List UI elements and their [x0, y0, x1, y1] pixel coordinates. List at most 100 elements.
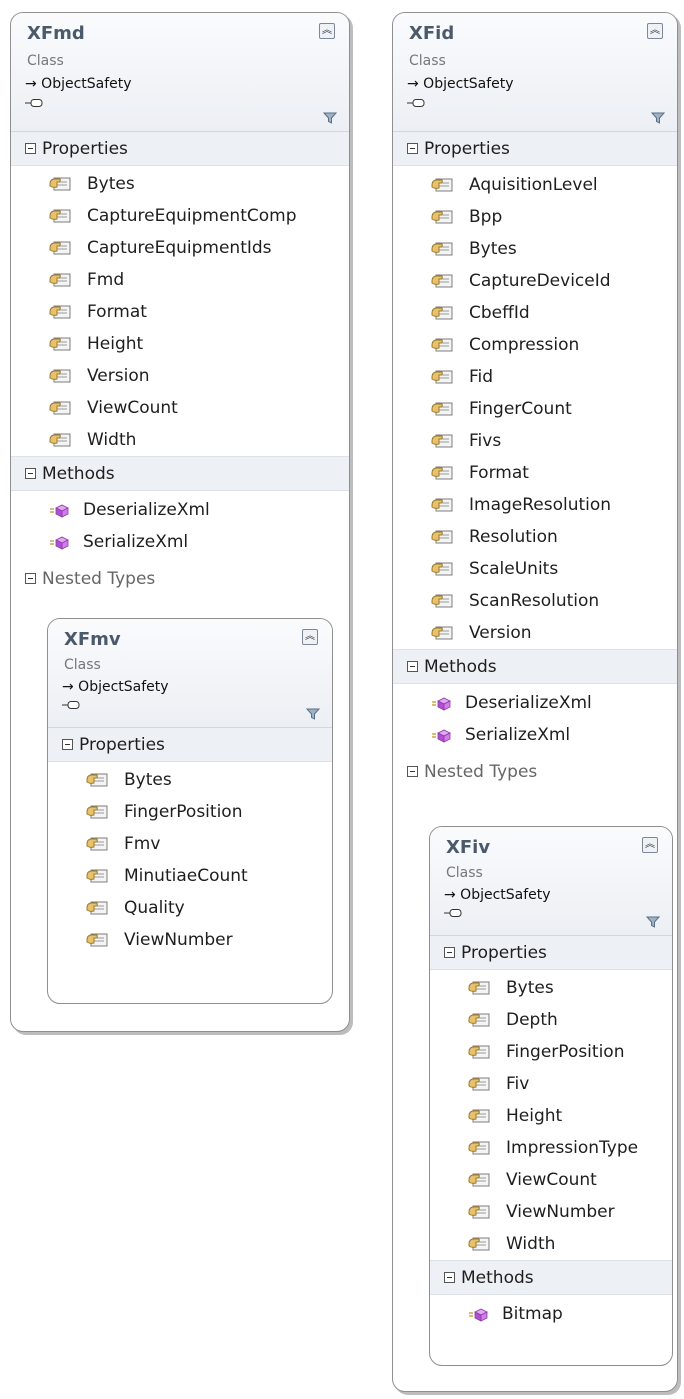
property-icon	[49, 367, 73, 385]
property-item[interactable]: Height	[11, 328, 349, 360]
property-item[interactable]: Depth	[430, 1004, 672, 1036]
class-header: XFmd Class → ObjectSafety ︽	[11, 13, 349, 132]
property-item[interactable]: FingerPosition	[48, 796, 332, 828]
method-item[interactable]: SerializeXml	[393, 719, 677, 751]
collapse-icon[interactable]: ︽	[319, 23, 335, 39]
section-methods[interactable]: Methods	[11, 456, 349, 491]
collapse-section-icon[interactable]	[25, 573, 36, 584]
properties-list: AquisitionLevel Bpp Bytes CaptureDeviceI…	[393, 166, 677, 649]
section-label: Methods	[461, 1267, 534, 1288]
property-icon	[431, 624, 455, 642]
property-item[interactable]: Bpp	[393, 201, 677, 233]
section-properties[interactable]: Properties	[393, 132, 677, 166]
collapse-icon[interactable]: ︽	[647, 23, 663, 39]
method-icon	[431, 728, 451, 743]
class-header: XFiv Class → ObjectSafety ︽	[430, 827, 672, 936]
class-shape-xfmd[interactable]: XFmd Class → ObjectSafety ︽ Properties B…	[10, 12, 350, 1032]
collapse-section-icon[interactable]	[25, 143, 36, 154]
collapse-section-icon[interactable]	[62, 739, 73, 750]
property-item[interactable]: Fmv	[48, 828, 332, 860]
property-icon	[468, 1075, 492, 1093]
section-properties[interactable]: Properties	[48, 728, 332, 762]
property-item[interactable]: CaptureEquipmentComp	[11, 200, 349, 232]
property-icon	[86, 899, 110, 917]
property-icon	[431, 304, 455, 322]
collapse-section-icon[interactable]	[444, 1272, 455, 1283]
class-shape-xfmv[interactable]: XFmv Class → ObjectSafety ︽ Properties B…	[47, 618, 333, 1004]
property-icon	[431, 400, 455, 418]
property-item[interactable]: Resolution	[393, 521, 677, 553]
property-item[interactable]: Bytes	[393, 233, 677, 265]
collapse-icon[interactable]: ︽	[642, 837, 658, 853]
collapse-icon[interactable]: ︽	[302, 629, 318, 645]
property-item[interactable]: Version	[11, 360, 349, 392]
property-item[interactable]: CaptureDeviceId	[393, 265, 677, 297]
property-item[interactable]: Height	[430, 1100, 672, 1132]
property-item[interactable]: Fmd	[11, 264, 349, 296]
property-item[interactable]: Compression	[393, 329, 677, 361]
collapse-section-icon[interactable]	[407, 143, 418, 154]
class-kind: Class	[64, 657, 101, 673]
property-item[interactable]: ViewCount	[430, 1164, 672, 1196]
property-icon	[431, 240, 455, 258]
property-item[interactable]: Bytes	[430, 972, 672, 1004]
property-item[interactable]: CbeffId	[393, 297, 677, 329]
property-item[interactable]: Bytes	[48, 764, 332, 796]
property-item[interactable]: ImageResolution	[393, 489, 677, 521]
method-item[interactable]: DeserializeXml	[11, 494, 349, 526]
filter-icon[interactable]	[651, 111, 665, 125]
property-item[interactable]: ViewNumber	[430, 1196, 672, 1228]
section-methods[interactable]: Methods	[393, 649, 677, 684]
property-item[interactable]: Fivs	[393, 425, 677, 457]
method-item[interactable]: DeserializeXml	[393, 687, 677, 719]
property-item[interactable]: ScaleUnits	[393, 553, 677, 585]
property-item[interactable]: Width	[11, 424, 349, 456]
property-icon	[468, 1107, 492, 1125]
property-icon	[86, 771, 110, 789]
property-item[interactable]: Fiv	[430, 1068, 672, 1100]
method-item[interactable]: SerializeXml	[11, 526, 349, 558]
class-shape-xfiv[interactable]: XFiv Class → ObjectSafety ︽ Properties B…	[429, 826, 673, 1366]
collapse-section-icon[interactable]	[444, 947, 455, 958]
section-nested-types[interactable]: Nested Types	[393, 755, 677, 788]
section-label: Properties	[42, 138, 128, 159]
section-methods[interactable]: Methods	[430, 1260, 672, 1295]
property-item[interactable]: FingerPosition	[430, 1036, 672, 1068]
collapse-section-icon[interactable]	[407, 661, 418, 672]
property-item[interactable]: AquisitionLevel	[393, 169, 677, 201]
property-item[interactable]: Quality	[48, 892, 332, 924]
property-item[interactable]: CaptureEquipmentIds	[11, 232, 349, 264]
property-icon	[468, 1203, 492, 1221]
property-icon	[431, 176, 455, 194]
property-item[interactable]: Version	[393, 617, 677, 649]
filter-icon[interactable]	[323, 111, 337, 125]
property-item[interactable]: ImpressionType	[430, 1132, 672, 1164]
property-item[interactable]: FingerCount	[393, 393, 677, 425]
property-icon	[468, 1235, 492, 1253]
filter-icon[interactable]	[646, 915, 660, 929]
property-icon	[431, 336, 455, 354]
properties-list: Bytes Depth FingerPosition Fiv Height Im…	[430, 970, 672, 1260]
property-item[interactable]: Format	[393, 457, 677, 489]
property-item[interactable]: Bytes	[11, 168, 349, 200]
section-properties[interactable]: Properties	[430, 936, 672, 970]
property-item[interactable]: ViewNumber	[48, 924, 332, 956]
section-label: Properties	[424, 138, 510, 159]
property-item[interactable]: Format	[11, 296, 349, 328]
property-item[interactable]: MinutiaeCount	[48, 860, 332, 892]
property-item[interactable]: Width	[430, 1228, 672, 1260]
property-item[interactable]: ScanResolution	[393, 585, 677, 617]
collapse-section-icon[interactable]	[25, 468, 36, 479]
property-item[interactable]: Fid	[393, 361, 677, 393]
method-item[interactable]: Bitmap	[430, 1298, 672, 1330]
property-icon	[468, 979, 492, 997]
properties-list: Bytes CaptureEquipmentComp CaptureEquipm…	[11, 166, 349, 456]
section-nested-types[interactable]: Nested Types	[11, 562, 349, 595]
property-icon	[431, 528, 455, 546]
class-shape-xfid[interactable]: XFid Class → ObjectSafety ︽ Properties A…	[392, 12, 678, 1392]
section-properties[interactable]: Properties	[11, 132, 349, 166]
method-icon	[468, 1307, 488, 1322]
filter-icon[interactable]	[306, 707, 320, 721]
property-item[interactable]: ViewCount	[11, 392, 349, 424]
collapse-section-icon[interactable]	[407, 766, 418, 777]
